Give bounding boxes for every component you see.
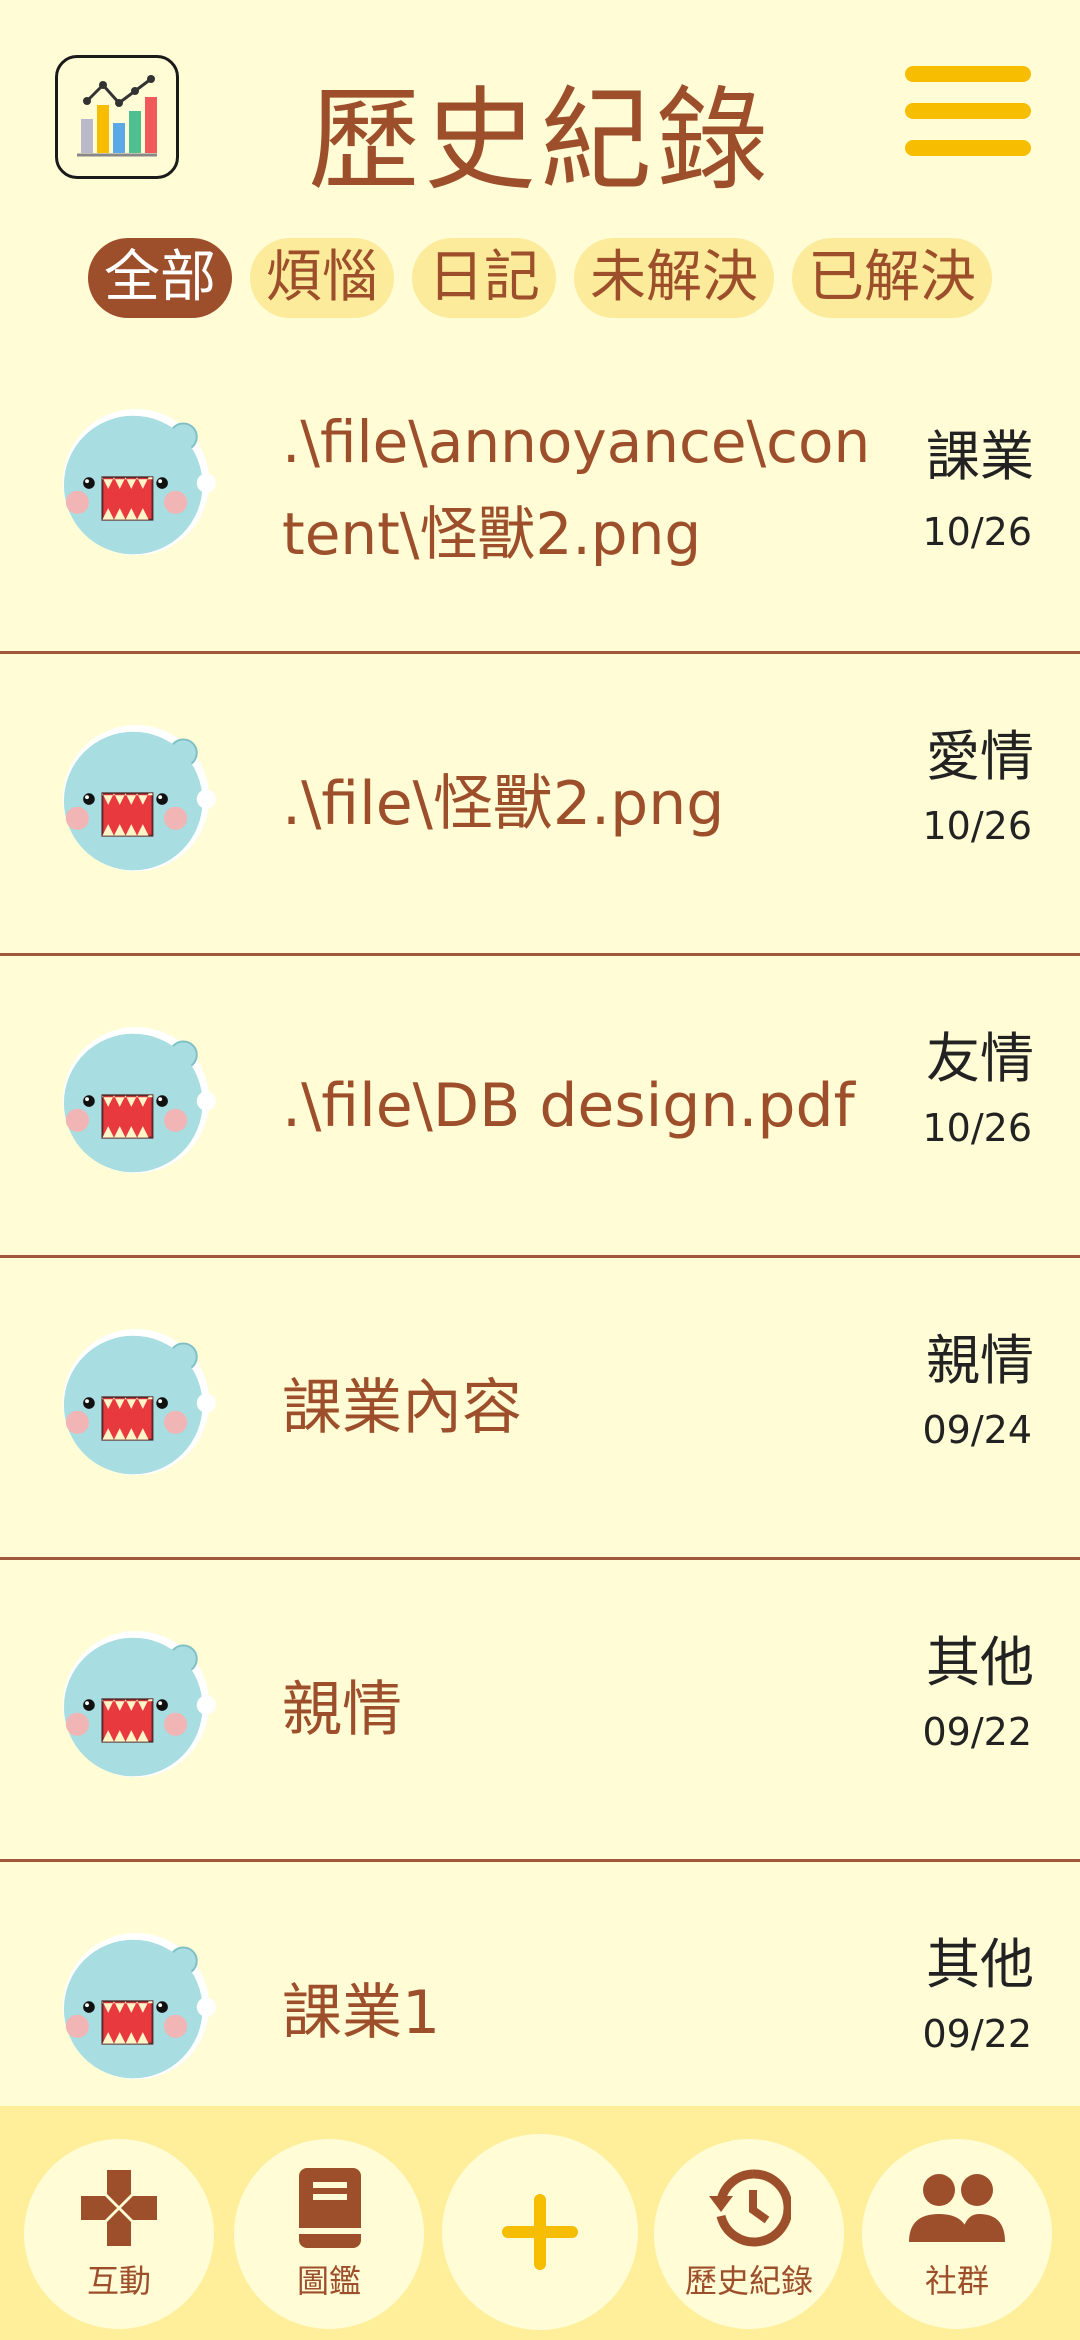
record-category: 友情 xyxy=(926,1027,1034,1090)
list-item[interactable]: .\file\怪獸2.png 愛情 10/26 xyxy=(0,654,1080,956)
list-item[interactable]: .\file\annoyance\content\怪獸2.png 課業 10/2… xyxy=(0,348,1080,654)
record-title: .\file\DB design.pdf xyxy=(282,1070,855,1141)
nav-label: 互動 xyxy=(86,2262,151,2300)
record-category: 其他 xyxy=(926,1933,1034,1996)
nav-label: 歷史紀錄 xyxy=(684,2262,813,2300)
people-icon xyxy=(909,2174,1005,2242)
nav-community-button[interactable]: 社群 xyxy=(862,2139,1052,2329)
record-category: 親情 xyxy=(926,1329,1034,1392)
record-title: 親情 xyxy=(282,1674,402,1745)
record-title: .\file\annoyance\content\怪獸2.png xyxy=(282,408,871,568)
nav-label: 社群 xyxy=(924,2262,989,2300)
monster-avatar-icon xyxy=(62,1026,216,1175)
history-list: .\file\annoyance\content\怪獸2.png 課業 10/2… xyxy=(0,348,1080,2164)
nav-interact-button[interactable]: 互動 xyxy=(24,2139,214,2329)
app-header: 歷史紀錄 xyxy=(0,0,1080,230)
record-category: 其他 xyxy=(926,1631,1034,1694)
hamburger-menu-icon[interactable] xyxy=(905,66,1031,156)
filter-worries[interactable]: 煩惱 xyxy=(250,238,394,318)
nav-encyclopedia-button[interactable]: 圖鑑 xyxy=(234,2139,424,2329)
record-date: 09/24 xyxy=(922,1408,1032,1452)
record-date: 10/26 xyxy=(922,1106,1032,1150)
filter-tabs: 全部 煩惱 日記 未解決 已解決 xyxy=(0,238,1080,318)
monster-avatar-icon xyxy=(62,1932,216,2081)
gamepad-icon xyxy=(81,2170,157,2246)
list-item[interactable]: 課業內容 親情 09/24 xyxy=(0,1258,1080,1560)
record-date: 10/26 xyxy=(922,510,1032,554)
bottom-nav: 互動 圖鑑 歷史紀錄 社群 xyxy=(0,2106,1080,2340)
book-icon xyxy=(299,2168,361,2248)
list-item[interactable]: .\file\DB design.pdf 友情 10/26 xyxy=(0,956,1080,1258)
record-title: 課業內容 xyxy=(282,1372,522,1443)
monster-avatar-icon xyxy=(62,1328,216,1477)
nav-label: 圖鑑 xyxy=(296,2262,361,2300)
add-record-button[interactable] xyxy=(442,2134,638,2330)
record-date: 09/22 xyxy=(922,1710,1032,1754)
record-category: 愛情 xyxy=(926,725,1034,788)
record-category: 課業 xyxy=(926,425,1034,488)
history-icon xyxy=(709,2169,791,2247)
record-date: 09/22 xyxy=(922,2012,1032,2056)
nav-history-button[interactable]: 歷史紀錄 xyxy=(654,2139,844,2329)
record-date: 10/26 xyxy=(922,804,1032,848)
monster-avatar-icon xyxy=(62,724,216,873)
monster-avatar-icon xyxy=(62,1630,216,1779)
monster-avatar-icon xyxy=(62,408,216,557)
plus-icon xyxy=(502,2194,578,2270)
filter-resolved[interactable]: 已解決 xyxy=(792,238,992,318)
list-item[interactable]: 親情 其他 09/22 xyxy=(0,1560,1080,1862)
filter-all[interactable]: 全部 xyxy=(88,238,232,318)
filter-diary[interactable]: 日記 xyxy=(412,238,556,318)
filter-unresolved[interactable]: 未解決 xyxy=(574,238,774,318)
record-title: .\file\怪獸2.png xyxy=(282,768,725,839)
